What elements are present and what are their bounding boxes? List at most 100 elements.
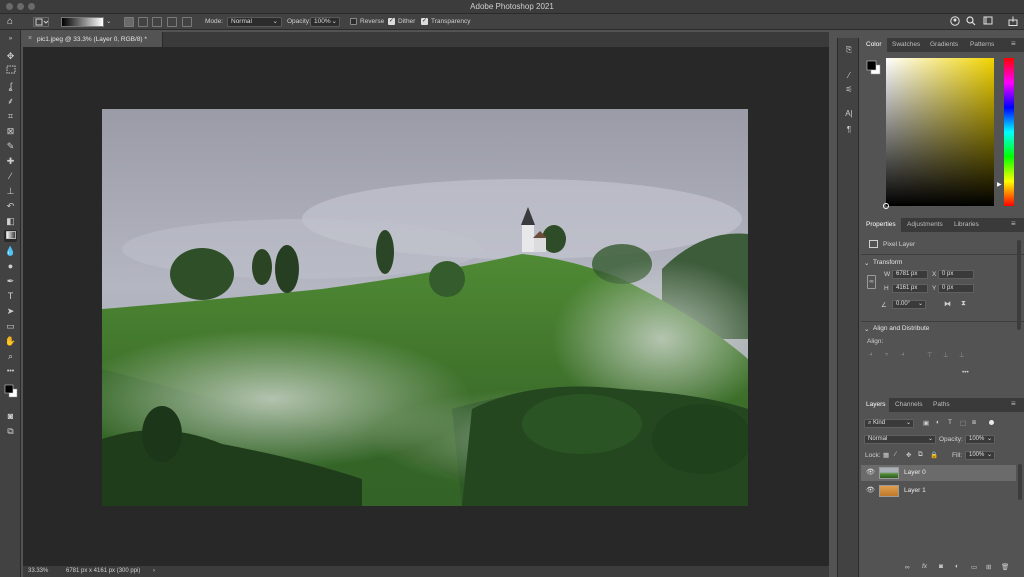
tab-patterns[interactable]: Patterns <box>970 41 994 48</box>
mode-select[interactable]: Normal ⌄ <box>227 17 282 27</box>
layer-filter-kind[interactable]: ⌕ Kind ⌄ <box>864 419 914 428</box>
pen-tool-icon[interactable]: ✒ <box>4 275 17 287</box>
filter-toggle-icon[interactable] <box>989 420 994 425</box>
width-field[interactable]: 6781 px <box>892 270 928 279</box>
filter-smart-object-icon[interactable]: ⧈ <box>972 419 976 427</box>
radial-gradient-button[interactable] <box>138 17 148 27</box>
hand-tool-icon[interactable]: ✋ <box>4 335 17 347</box>
lasso-tool-icon[interactable]: ʆ <box>4 80 17 92</box>
x-field[interactable]: 0 px <box>938 270 974 279</box>
tab-swatches[interactable]: Swatches <box>892 41 920 48</box>
rectangle-tool-icon[interactable]: ▭ <box>4 320 17 332</box>
healing-brush-tool-icon[interactable]: ✚ <box>4 155 17 167</box>
layer-row-layer-1[interactable]: 👁 Layer 1 <box>861 483 1016 499</box>
layers-scrollbar[interactable] <box>1018 464 1022 500</box>
marquee-tool-icon[interactable] <box>4 65 17 77</box>
move-tool-icon[interactable]: ✥ <box>4 50 17 62</box>
visibility-eye-icon[interactable]: 👁 <box>866 486 875 494</box>
layer-style-icon[interactable]: fx <box>922 563 927 570</box>
align-bottom-icon[interactable]: ⊥ <box>959 351 965 359</box>
align-top-icon[interactable]: ⊤ <box>927 351 933 359</box>
frame-tool-icon[interactable]: ⊠ <box>4 125 17 137</box>
visibility-eye-icon[interactable]: 👁 <box>866 468 875 476</box>
lock-all-icon[interactable]: 🔒 <box>930 451 938 459</box>
hue-slider[interactable] <box>1004 58 1014 206</box>
add-mask-icon[interactable]: ◙ <box>939 563 943 570</box>
align-chevron-icon[interactable]: ⌄ <box>864 325 869 333</box>
linear-gradient-button[interactable] <box>124 17 134 27</box>
properties-scrollbar[interactable] <box>1017 240 1021 330</box>
angle-field[interactable]: 0.00° ⌄ <box>892 300 926 309</box>
lock-artboard-icon[interactable]: ⧉ <box>918 451 923 459</box>
angle-gradient-button[interactable] <box>152 17 162 27</box>
color-swatches[interactable] <box>4 382 18 404</box>
tab-properties[interactable]: Properties <box>866 221 896 228</box>
document-tab[interactable]: × pic1.jpeg @ 33.3% (Layer 0, RGB/8) * <box>23 32 163 47</box>
fg-bg-color-swatch[interactable] <box>866 60 881 75</box>
color-picker-cursor[interactable] <box>883 203 889 209</box>
tab-gradients[interactable]: Gradients <box>930 41 958 48</box>
quick-selection-tool-icon[interactable]: ⸙ <box>4 95 17 107</box>
canvas-area[interactable] <box>23 47 829 566</box>
hue-slider-handle[interactable]: ▶ <box>997 181 1002 188</box>
tab-adjustments[interactable]: Adjustments <box>907 221 943 228</box>
delete-layer-icon[interactable]: 🗑 <box>1001 563 1009 571</box>
transparency-checkbox[interactable] <box>421 17 428 25</box>
lock-position-icon[interactable]: ✥ <box>906 451 911 459</box>
brush-tool-icon[interactable]: ⁄ <box>4 170 17 182</box>
home-icon[interactable]: ⌂ <box>7 16 21 27</box>
tab-libraries[interactable]: Libraries <box>954 221 979 228</box>
diamond-gradient-button[interactable] <box>182 17 192 27</box>
tab-color[interactable]: Color <box>866 41 882 48</box>
history-brush-tool-icon[interactable]: ↶ <box>4 200 17 212</box>
clone-stamp-tool-icon[interactable]: ⊥ <box>4 185 17 197</box>
layer-row-layer-0[interactable]: 👁 Layer 0 <box>861 465 1016 481</box>
filter-adjustment-icon[interactable]: ◐ <box>936 419 940 426</box>
status-menu-arrow[interactable]: › <box>153 568 155 574</box>
layer-opacity-field[interactable]: 100% ⌄ <box>965 435 995 444</box>
more-options-icon[interactable]: ••• <box>962 369 969 376</box>
adjustment-layer-icon[interactable]: ◐ <box>955 563 959 570</box>
blend-mode-select[interactable]: Normal ⌄ <box>864 435 936 444</box>
filter-type-icon[interactable]: T <box>948 419 952 426</box>
tab-channels[interactable]: Channels <box>895 401 922 408</box>
crop-tool-icon[interactable]: ⌗ <box>4 110 17 122</box>
filter-pixel-icon[interactable]: ▣ <box>923 419 929 427</box>
screen-mode-icon[interactable]: ⧉ <box>4 425 17 437</box>
align-center-icon[interactable]: ⫟ <box>885 351 889 359</box>
adjustments-icon[interactable]: ⚟ <box>843 84 855 95</box>
brush-settings-icon[interactable]: ⁄ <box>843 70 855 81</box>
tool-preset-picker[interactable] <box>33 17 49 27</box>
document-image[interactable] <box>102 109 748 506</box>
reflected-gradient-button[interactable] <box>167 17 177 27</box>
new-group-icon[interactable]: ▭ <box>971 563 977 571</box>
lock-image-icon[interactable]: ⁄ <box>895 451 896 458</box>
link-layers-icon[interactable]: ∞ <box>905 564 910 571</box>
align-left-icon[interactable]: ⫞ <box>869 351 872 359</box>
paragraph-panel-icon[interactable]: ¶ <box>843 124 855 135</box>
share-icon[interactable] <box>1008 16 1018 26</box>
fill-field[interactable]: 100% ⌄ <box>965 451 995 460</box>
flip-horizontal-icon[interactable]: ⧓ <box>944 300 951 308</box>
flip-vertical-icon[interactable]: ⧗ <box>961 300 966 308</box>
eraser-tool-icon[interactable]: ◧ <box>4 215 17 227</box>
reverse-checkbox[interactable] <box>350 18 357 25</box>
zoom-level[interactable]: 33.33% <box>28 568 48 574</box>
panel-menu-icon[interactable]: ≡ <box>1011 219 1016 228</box>
dither-checkbox[interactable] <box>388 17 395 25</box>
tab-layers[interactable]: Layers <box>866 401 886 408</box>
align-middle-icon[interactable]: ⊥ <box>943 351 949 359</box>
eyedropper-tool-icon[interactable]: ✎ <box>4 140 17 152</box>
panel-menu-icon[interactable]: ≡ <box>1011 399 1016 408</box>
zoom-tool-icon[interactable]: ⌕ <box>4 350 17 362</box>
tab-paths[interactable]: Paths <box>933 401 950 408</box>
filter-shape-icon[interactable]: ⬚ <box>960 419 966 427</box>
height-field[interactable]: 4161 px <box>892 284 928 293</box>
transform-chevron-icon[interactable]: ⌄ <box>864 259 869 267</box>
lock-transparent-icon[interactable]: ▦ <box>883 451 889 459</box>
blur-tool-icon[interactable]: 💧 <box>4 245 17 257</box>
link-icon[interactable]: ∞ <box>867 275 876 289</box>
chevron-down-icon[interactable]: ⌄ <box>106 17 111 25</box>
dodge-tool-icon[interactable]: ● <box>4 260 17 272</box>
type-tool-icon[interactable]: T <box>4 290 17 302</box>
